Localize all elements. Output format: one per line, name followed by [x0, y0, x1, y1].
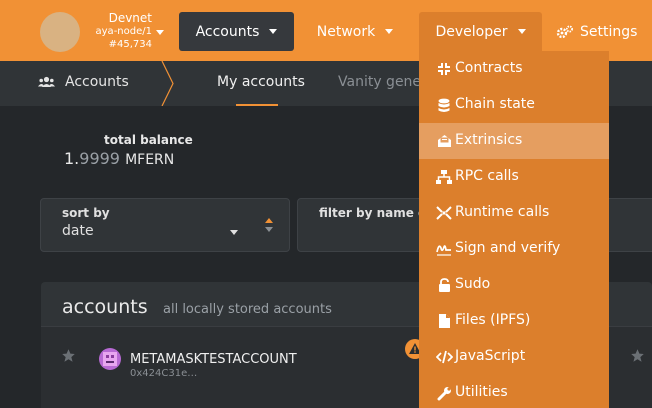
nav-network[interactable]: Network [305, 12, 405, 51]
menu-item-label: Chain state [455, 96, 535, 112]
nav-accounts-label: Accounts [195, 23, 260, 40]
menu-item-label: Files (IPFS) [455, 312, 531, 328]
chevron-down-icon [517, 29, 526, 34]
network-wired-icon [435, 168, 453, 186]
nav-accounts[interactable]: Accounts [179, 12, 294, 51]
menu-item-extrinsics[interactable]: Extrinsics [419, 123, 609, 159]
wrench-icon [435, 384, 453, 402]
signature-icon [435, 240, 453, 258]
star-icon[interactable] [61, 348, 76, 363]
menu-item-utilities[interactable]: Utilities [419, 375, 609, 408]
sort-order-icon[interactable] [264, 217, 274, 233]
menu-item-javascript[interactable]: JavaScript [419, 339, 609, 375]
nav-settings-label: Settings [580, 23, 638, 40]
menu-item-label: RPC calls [455, 168, 519, 184]
cogs-icon [556, 25, 573, 38]
balance-unit: MFERN [125, 152, 175, 168]
breadcrumb-label: Accounts [65, 74, 129, 90]
chevron-down-icon [385, 29, 394, 34]
account-address: 0x424C31e… [130, 368, 198, 379]
menu-item-label: Contracts [455, 60, 523, 76]
total-balance-value: 1.9999 MFERN [64, 149, 174, 168]
star-icon[interactable] [630, 348, 645, 363]
menu-item-sign-and-verify[interactable]: Sign and verify [419, 231, 609, 267]
node-version: aya-node/1 [95, 26, 152, 37]
filter-label: filter by name or [319, 206, 433, 220]
arrows-inward-icon [435, 204, 453, 222]
users-icon [38, 76, 55, 87]
menu-item-label: Sign and verify [455, 240, 561, 256]
total-balance-label: total balance [104, 133, 193, 147]
menu-item-label: Runtime calls [455, 204, 550, 220]
code-icon [435, 348, 453, 366]
menu-item-label: Sudo [455, 276, 491, 292]
sort-label: sort by [62, 206, 110, 220]
developer-dropdown-menu: Contracts Chain state Extrinsics RPC cal… [419, 51, 609, 408]
menu-item-files-ipfs[interactable]: Files (IPFS) [419, 303, 609, 339]
nav-developer-label: Developer [435, 23, 508, 40]
contracts-icon [435, 60, 453, 78]
accounts-subtitle: all locally stored accounts [163, 302, 332, 317]
nav-network-label: Network [316, 23, 376, 40]
chevron-down-icon[interactable] [156, 30, 164, 35]
tab-my-accounts[interactable]: My accounts [217, 74, 305, 90]
menu-item-chain-state[interactable]: Chain state [419, 87, 609, 123]
balance-whole: 1. [64, 149, 80, 168]
envelope-open-icon [435, 132, 453, 150]
account-name: METAMASKTESTACCOUNT [130, 352, 297, 367]
nav-settings[interactable]: Settings [556, 12, 652, 51]
database-icon [435, 96, 453, 114]
tab-vanity-generator[interactable]: Vanity gener [338, 74, 427, 90]
file-icon [435, 312, 453, 330]
block-number: #45,734 [108, 39, 152, 50]
nav-developer[interactable]: Developer [419, 12, 542, 51]
chain-name: Devnet [108, 11, 152, 25]
menu-item-label: JavaScript [455, 348, 526, 364]
chain-selector[interactable]: Devnet aya-node/1 #45,734 [88, 12, 152, 51]
menu-item-label: Extrinsics [455, 132, 523, 148]
chain-logo[interactable] [40, 12, 80, 52]
menu-item-contracts[interactable]: Contracts [419, 51, 609, 87]
sort-dropdown[interactable]: sort by date [40, 198, 290, 252]
active-tab-indicator [236, 104, 278, 106]
menu-item-runtime-calls[interactable]: Runtime calls [419, 195, 609, 231]
sort-value: date [62, 223, 94, 239]
menu-item-label: Utilities [455, 384, 508, 400]
accounts-title: accounts [62, 296, 148, 318]
menu-item-rpc-calls[interactable]: RPC calls [419, 159, 609, 195]
balance-fraction: 9999 [79, 149, 120, 168]
chevron-down-icon [269, 29, 278, 34]
unlock-icon [435, 276, 453, 294]
avatar [99, 348, 121, 370]
menu-item-sudo[interactable]: Sudo [419, 267, 609, 303]
chevron-down-icon [230, 230, 238, 235]
breadcrumb: Accounts [38, 74, 129, 90]
breadcrumb-separator [161, 61, 174, 106]
